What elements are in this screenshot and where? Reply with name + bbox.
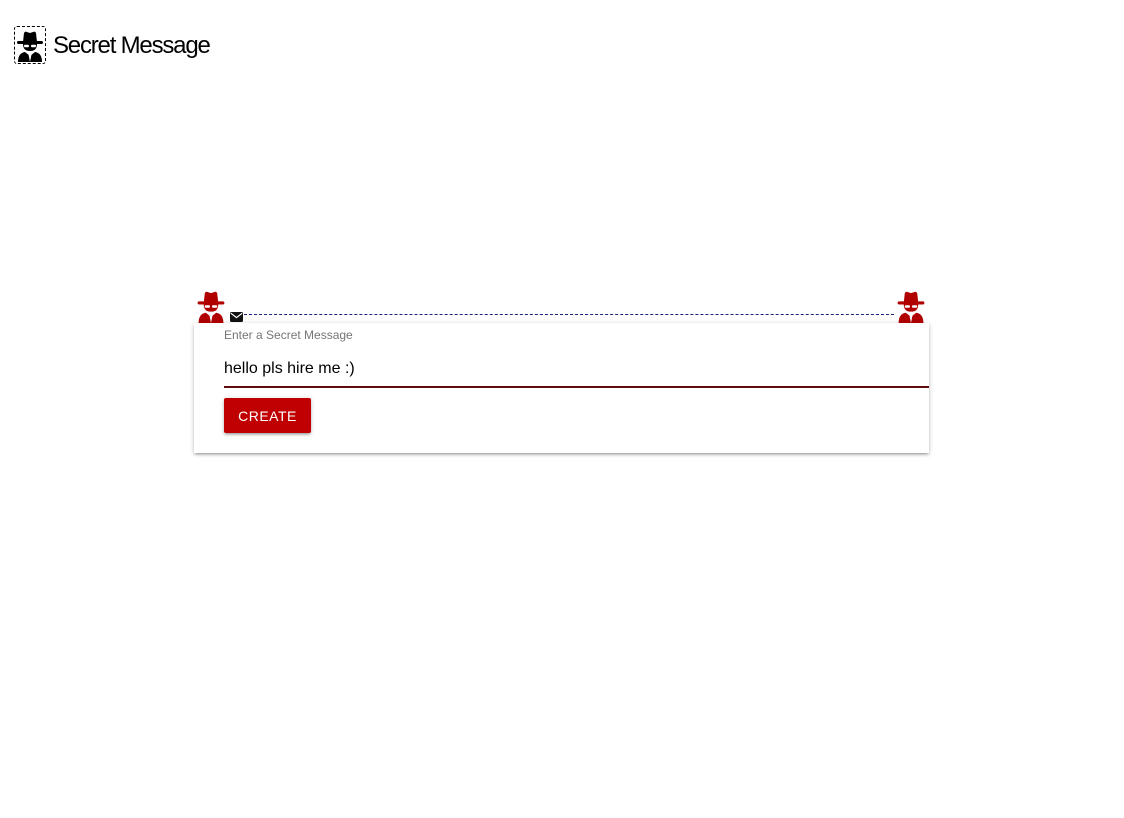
envelope-icon bbox=[230, 309, 243, 322]
secret-message-input[interactable] bbox=[224, 352, 929, 388]
app-title: Secret Message bbox=[53, 31, 211, 59]
dashed-connector-line bbox=[244, 314, 894, 315]
create-button[interactable]: CREATE bbox=[224, 398, 311, 433]
app-header: Secret Message bbox=[14, 26, 211, 64]
user-secret-icon[interactable] bbox=[14, 26, 46, 64]
message-field-label: Enter a Secret Message bbox=[224, 328, 353, 342]
message-card: Enter a Secret Message CREATE bbox=[194, 323, 929, 453]
